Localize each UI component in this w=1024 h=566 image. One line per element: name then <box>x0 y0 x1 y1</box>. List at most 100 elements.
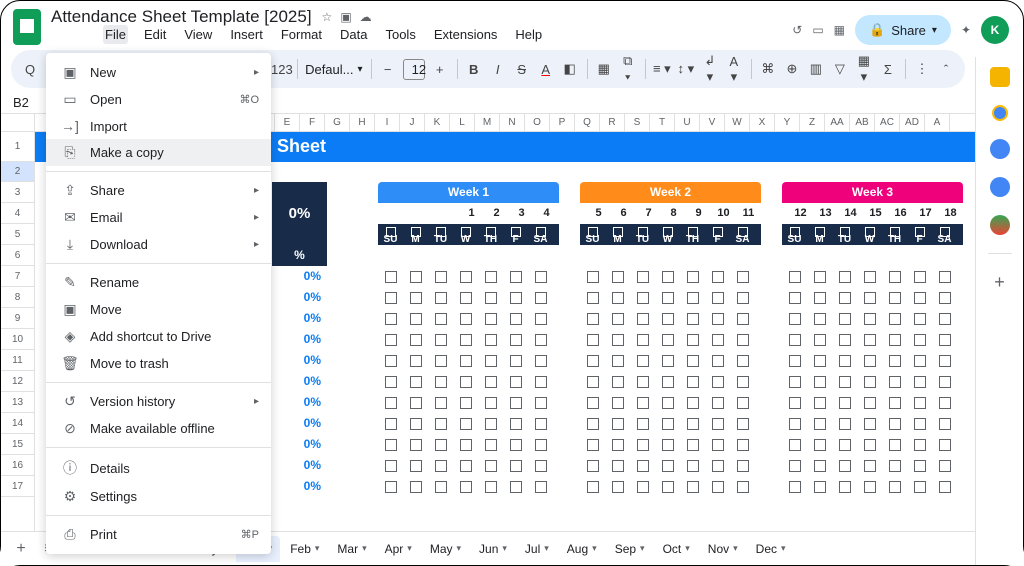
menu-details[interactable]: ⓘDetails <box>46 453 271 483</box>
attendance-checkbox[interactable] <box>528 350 553 371</box>
attendance-checkbox[interactable] <box>378 455 403 476</box>
col-header[interactable]: U <box>675 114 700 131</box>
attendance-checkbox[interactable] <box>630 455 655 476</box>
attendance-checkbox[interactable] <box>832 350 857 371</box>
attendance-checkbox[interactable] <box>528 329 553 350</box>
col-header[interactable]: R <box>600 114 625 131</box>
attendance-checkbox[interactable] <box>428 350 453 371</box>
attendance-checkbox[interactable] <box>478 455 503 476</box>
attendance-checkbox[interactable] <box>882 434 907 455</box>
attendance-checkbox[interactable] <box>478 434 503 455</box>
col-header[interactable]: L <box>450 114 475 131</box>
row-header[interactable]: 3 <box>1 182 34 203</box>
strike-button[interactable]: S <box>513 62 531 77</box>
col-header[interactable]: Z <box>800 114 825 131</box>
menu-move[interactable]: ▣Move <box>46 296 271 323</box>
attendance-checkbox[interactable] <box>403 392 428 413</box>
keep-icon[interactable] <box>992 105 1008 121</box>
attendance-checkbox[interactable] <box>907 413 932 434</box>
attendance-checkbox[interactable] <box>730 413 755 434</box>
chevron-down-icon[interactable]: ▾ <box>781 543 786 554</box>
attendance-checkbox[interactable] <box>580 329 605 350</box>
attendance-checkbox[interactable] <box>730 329 755 350</box>
attendance-checkbox[interactable] <box>730 350 755 371</box>
attendance-checkbox[interactable] <box>503 413 528 434</box>
row-header[interactable]: 5 <box>1 224 34 245</box>
attendance-checkbox[interactable] <box>630 476 655 497</box>
attendance-checkbox[interactable] <box>630 266 655 287</box>
attendance-checkbox[interactable] <box>782 413 807 434</box>
col-header[interactable]: S <box>625 114 650 131</box>
row-header[interactable]: 16 <box>1 455 34 476</box>
font-select[interactable]: Defaul...▾ <box>305 62 362 77</box>
row-header[interactable]: 17 <box>1 476 34 497</box>
attendance-checkbox[interactable] <box>730 455 755 476</box>
attendance-checkbox[interactable] <box>528 392 553 413</box>
attendance-checkbox[interactable] <box>882 287 907 308</box>
account-avatar[interactable]: K <box>981 16 1009 44</box>
attendance-checkbox[interactable] <box>730 287 755 308</box>
attendance-checkbox[interactable] <box>832 266 857 287</box>
attendance-checkbox[interactable] <box>730 476 755 497</box>
attendance-checkbox[interactable] <box>528 287 553 308</box>
attendance-checkbox[interactable] <box>680 329 705 350</box>
attendance-checkbox[interactable] <box>453 308 478 329</box>
col-header[interactable]: P <box>550 114 575 131</box>
attendance-checkbox[interactable] <box>378 266 403 287</box>
row-header[interactable]: 9 <box>1 308 34 329</box>
attendance-checkbox[interactable] <box>528 266 553 287</box>
attendance-checkbox[interactable] <box>882 308 907 329</box>
menu-import[interactable]: →]Import <box>46 113 271 139</box>
attendance-checkbox[interactable] <box>605 308 630 329</box>
attendance-checkbox[interactable] <box>453 350 478 371</box>
attendance-checkbox[interactable] <box>655 476 680 497</box>
attendance-checkbox[interactable] <box>428 476 453 497</box>
row-header[interactable]: 14 <box>1 413 34 434</box>
attendance-checkbox[interactable] <box>453 266 478 287</box>
attendance-checkbox[interactable] <box>655 308 680 329</box>
attendance-checkbox[interactable] <box>705 350 730 371</box>
attendance-checkbox[interactable] <box>807 266 832 287</box>
sheet-tab-sep[interactable]: Sep▾ <box>607 536 653 562</box>
font-size-input[interactable]: 12 <box>403 59 425 80</box>
col-header[interactable]: V <box>700 114 725 131</box>
attendance-checkbox[interactable] <box>730 392 755 413</box>
tasks-icon[interactable] <box>990 139 1010 159</box>
attendance-checkbox[interactable] <box>907 266 932 287</box>
attendance-checkbox[interactable] <box>832 476 857 497</box>
col-header[interactable]: AA <box>825 114 850 131</box>
attendance-checkbox[interactable] <box>730 371 755 392</box>
attendance-checkbox[interactable] <box>453 371 478 392</box>
attendance-checkbox[interactable] <box>605 476 630 497</box>
chevron-down-icon[interactable]: ▾ <box>592 543 597 554</box>
attendance-checkbox[interactable] <box>857 434 882 455</box>
attendance-checkbox[interactable] <box>932 266 957 287</box>
chevron-down-icon[interactable]: ▾ <box>733 543 738 554</box>
attendance-checkbox[interactable] <box>882 455 907 476</box>
attendance-checkbox[interactable] <box>705 392 730 413</box>
sheet-tab-aug[interactable]: Aug▾ <box>559 536 605 562</box>
attendance-checkbox[interactable] <box>453 455 478 476</box>
attendance-checkbox[interactable] <box>907 455 932 476</box>
row-header[interactable]: 11 <box>1 350 34 371</box>
attendance-checkbox[interactable] <box>730 434 755 455</box>
attendance-checkbox[interactable] <box>403 287 428 308</box>
attendance-checkbox[interactable] <box>782 476 807 497</box>
attendance-checkbox[interactable] <box>378 434 403 455</box>
row-header[interactable]: 8 <box>1 287 34 308</box>
filter-views-button[interactable]: ▦ ▾ <box>855 53 873 85</box>
sheet-tab-jul[interactable]: Jul▾ <box>517 536 557 562</box>
col-header[interactable]: H <box>350 114 375 131</box>
valign-button[interactable]: ↕ ▾ <box>677 61 695 77</box>
attendance-checkbox[interactable] <box>807 287 832 308</box>
col-header[interactable]: K <box>425 114 450 131</box>
attendance-checkbox[interactable] <box>378 287 403 308</box>
menubar-view[interactable]: View <box>182 25 214 44</box>
gemini-icon[interactable]: ✦ <box>961 23 971 37</box>
attendance-checkbox[interactable] <box>882 266 907 287</box>
sheet-tab-oct[interactable]: Oct▾ <box>655 536 698 562</box>
col-header[interactable]: A <box>925 114 950 131</box>
attendance-checkbox[interactable] <box>605 455 630 476</box>
attendance-checkbox[interactable] <box>655 350 680 371</box>
attendance-checkbox[interactable] <box>705 266 730 287</box>
